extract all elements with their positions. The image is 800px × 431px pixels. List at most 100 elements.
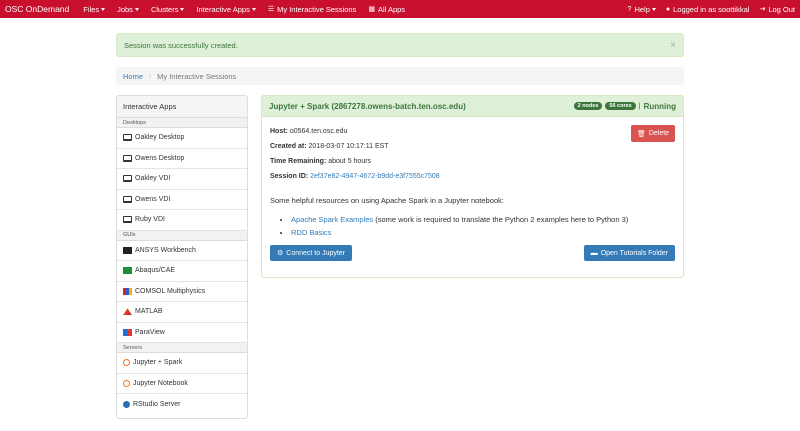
sidebar-item-label: MATLAB <box>135 308 163 316</box>
sidebar-item-jupyter-spark[interactable]: Jupyter + Spark <box>117 353 247 374</box>
nav-interactive-apps-label: Interactive Apps <box>196 4 250 14</box>
sidebar-item-ansys-workbench[interactable]: ANSYS Workbench <box>117 241 247 261</box>
created-value: 2018-03-07 10:17:11 EST <box>308 143 389 150</box>
sidebar-item-label: ANSYS Workbench <box>135 246 196 254</box>
delete-button[interactable]: 🗑 Delete <box>631 125 675 142</box>
sidebar-item-jupyter-notebook[interactable]: Jupyter Notebook <box>117 374 247 394</box>
sidebar-item-label: COMSOL Multiphysics <box>135 287 206 295</box>
caret-down-icon <box>134 7 139 11</box>
status-badge: Running <box>643 101 676 111</box>
matlab-icon <box>123 308 132 316</box>
success-alert: Session was successfully created. × <box>116 33 684 57</box>
nav-my-sessions[interactable]: ☰ My Interactive Sessions <box>268 5 356 14</box>
host-label: Host: <box>270 128 288 135</box>
folder-icon: ▬ <box>590 249 598 257</box>
sidebar-item-ruby-vdi[interactable]: Ruby VDI <box>117 210 247 231</box>
grid-icon: ▦ <box>368 6 375 13</box>
ansys-icon <box>123 246 132 254</box>
breadcrumb-home[interactable]: Home <box>123 72 143 81</box>
host-row: Host: o0564.ten.osc.edu <box>270 124 675 139</box>
sidebar-item-oakley-vdi[interactable]: Oakley VDI <box>117 169 247 190</box>
open-tutorials-folder-button[interactable]: ▬ Open Tutorials Folder <box>583 245 675 261</box>
nav-jobs-label: Jobs <box>117 4 133 14</box>
meta-separator: | <box>638 102 641 110</box>
sidebar-title: Interactive Apps <box>117 96 247 118</box>
sidebar-item-label: Oakley Desktop <box>135 134 185 142</box>
sidebar-group-guis: GUIs <box>117 230 247 241</box>
rdd-basics-link[interactable]: RDD Basics <box>291 228 331 237</box>
desktop-icon <box>123 134 132 142</box>
list-icon: ☰ <box>267 6 275 13</box>
trash-icon: 🗑 <box>636 130 646 138</box>
sidebar-item-label: Oakley VDI <box>135 175 171 183</box>
created-label: Created at: <box>270 143 307 150</box>
sidebar-item-owens-vdi[interactable]: Owens VDI <box>117 190 247 210</box>
nav-clusters-label: Clusters <box>150 4 179 14</box>
sidebar-item-matlab[interactable]: MATLAB <box>117 302 247 323</box>
nav-all-apps[interactable]: ▦ All Apps <box>368 5 405 14</box>
sidebar-item-abaqus-cae[interactable]: Abaqus/CAE <box>117 261 247 282</box>
delete-label: Delete <box>648 130 670 137</box>
nav-jobs[interactable]: Jobs <box>117 5 139 14</box>
session-id-row: Session ID: 2ef37e82-4947-4672-b9dd-e3f7… <box>270 169 675 184</box>
sidebar-item-paraview[interactable]: ParaView <box>117 323 247 343</box>
resources-list: Apache Spark Examples (some work is requ… <box>270 213 675 239</box>
jupyter-icon <box>123 379 130 387</box>
nav-logout-label: Log Out <box>768 4 795 14</box>
nav-user: ● Logged in as soottikkal <box>666 5 750 14</box>
sidebar-item-rstudio-server[interactable]: RStudio Server <box>117 394 247 415</box>
sidebar-item-owens-desktop[interactable]: Owens Desktop <box>117 149 247 169</box>
breadcrumb-current: My Interactive Sessions <box>157 71 237 81</box>
nav-clusters[interactable]: Clusters <box>151 5 185 14</box>
close-icon[interactable]: × <box>670 40 676 51</box>
nav-my-sessions-label: My Interactive Sessions <box>277 4 357 14</box>
sidebar-item-oakley-desktop[interactable]: Oakley Desktop <box>117 128 247 149</box>
sidebar-item-label: Abaqus/CAE <box>135 267 176 275</box>
sidebar-item-label: Owens Desktop <box>135 154 185 162</box>
interactive-apps-sidebar: Interactive Apps Desktops Oakley Desktop… <box>116 95 248 419</box>
gears-icon: ⚙ <box>277 250 284 257</box>
list-item: RDD Basics <box>291 226 675 239</box>
apache-spark-examples-link[interactable]: Apache Spark Examples <box>291 215 373 224</box>
nav-interactive-apps[interactable]: Interactive Apps <box>196 4 256 14</box>
cores-badge: 56 cores <box>605 102 636 110</box>
sidebar-item-label: Ruby VDI <box>135 216 165 224</box>
sidebar-item-label: Jupyter Notebook <box>133 379 188 387</box>
abaqus-icon <box>123 267 132 275</box>
brand-logo[interactable]: OSC OnDemand <box>0 4 69 14</box>
action-row: ⚙ Connect to Jupyter ▬ Open Tutorials Fo… <box>270 245 675 261</box>
caret-down-icon <box>101 7 106 11</box>
sidebar-item-label: Owens VDI <box>135 195 171 203</box>
session-card-body: 🗑 Delete Host: o0564.ten.osc.edu Created… <box>262 117 683 277</box>
caret-down-icon <box>651 7 656 11</box>
sidebar-item-label: ParaView <box>135 328 165 336</box>
user-icon: ● <box>665 5 671 13</box>
session-card: Jupyter + Spark (2867278.owens-batch.ten… <box>261 95 684 278</box>
breadcrumb-separator: / <box>149 71 152 81</box>
jupyter-icon <box>123 359 130 367</box>
nav-files[interactable]: Files <box>83 5 106 14</box>
tutorials-label: Open Tutorials Folder <box>600 249 668 257</box>
remaining-row: Time Remaining: about 5 hours <box>270 154 675 169</box>
resource-note: (some work is required to translate the … <box>373 215 629 224</box>
remaining-value: about 5 hours <box>328 158 372 165</box>
connect-to-jupyter-button[interactable]: ⚙ Connect to Jupyter <box>270 245 353 261</box>
list-item: Apache Spark Examples (some work is requ… <box>291 213 675 226</box>
logout-icon: ⇥ <box>759 6 766 13</box>
session-id-label: Session ID: <box>270 173 309 180</box>
sidebar-item-comsol[interactable]: COMSOL Multiphysics <box>117 282 247 302</box>
desktop-icon <box>123 216 132 224</box>
top-navbar: OSC OnDemand Files Jobs Clusters Interac… <box>0 0 800 18</box>
session-id-link[interactable]: 2ef37e82-4947-4672-b9dd-e3f7555c7508 <box>310 173 440 180</box>
sidebar-group-servers: Servers <box>117 343 247 353</box>
breadcrumb: Home / My Interactive Sessions <box>116 67 684 85</box>
sidebar-item-label: RStudio Server <box>133 400 181 408</box>
paraview-icon <box>123 328 132 336</box>
nav-help[interactable]: ? Help <box>628 5 656 14</box>
question-circle-icon: ? <box>627 5 632 13</box>
nav-logout[interactable]: ⇥ Log Out <box>759 5 795 14</box>
desktop-icon <box>123 195 132 203</box>
caret-down-icon <box>180 7 185 11</box>
alert-message: Session was successfully created. <box>124 40 238 50</box>
desktop-icon <box>123 154 132 162</box>
